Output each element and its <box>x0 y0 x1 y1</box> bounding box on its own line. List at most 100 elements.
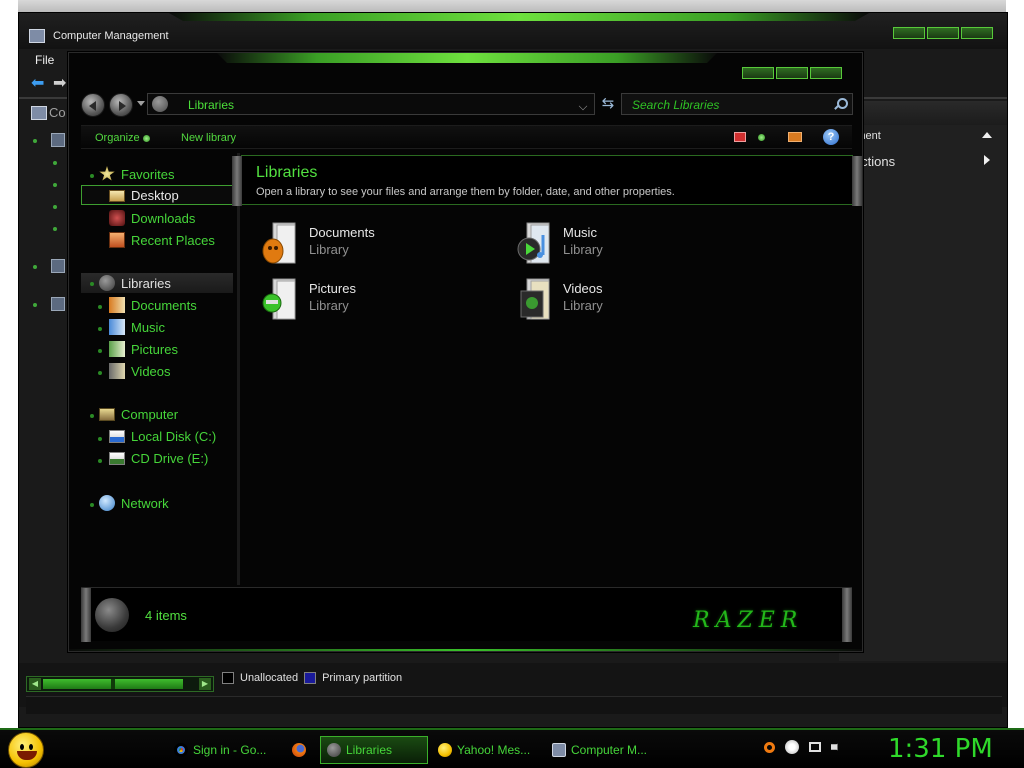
scroll-thumb[interactable] <box>111 679 115 689</box>
cm-minimize-button[interactable] <box>893 27 925 39</box>
library-item-videos[interactable]: Videos Library <box>515 277 715 325</box>
new-library-button[interactable]: New library <box>181 132 236 144</box>
chrome-icon <box>174 743 188 757</box>
nav-computer-label: Computer <box>121 407 179 422</box>
nav-local-disk[interactable]: Local Disk (C:) <box>109 429 216 444</box>
smiley-mouth <box>17 751 37 760</box>
collapse-up-arrow-icon[interactable] <box>982 132 992 138</box>
cm-back-arrow-icon[interactable]: ⬅ <box>31 76 47 92</box>
lib-minimize-button[interactable] <box>742 67 774 79</box>
nav-downloads[interactable]: Downloads <box>109 210 195 226</box>
cm-caption-buttons <box>893 27 993 39</box>
taskbar-clock[interactable]: 1:31 PM <box>888 734 993 764</box>
header-bracket-left <box>232 156 242 206</box>
network-expander[interactable] <box>90 503 94 507</box>
favorites-expander[interactable] <box>90 174 94 178</box>
nav-documents[interactable]: Documents <box>109 297 197 313</box>
storage-icon[interactable] <box>51 259 65 273</box>
tree-expand-dot[interactable] <box>53 205 57 209</box>
cd-drive-expander[interactable] <box>98 459 102 463</box>
view-options-dropdown-icon[interactable] <box>758 134 765 141</box>
tree-expand-dot[interactable] <box>33 303 37 307</box>
cm-forward-arrow-icon[interactable]: ➡ <box>53 76 69 92</box>
nav-recent-places-label: Recent Places <box>131 232 215 248</box>
cm-titlebar[interactable]: Computer Management <box>19 13 1007 49</box>
search-icon[interactable] <box>834 98 848 110</box>
nav-network[interactable]: Network <box>99 495 169 511</box>
network-tray-icon[interactable] <box>809 742 821 752</box>
search-input[interactable]: Search Libraries <box>621 93 853 115</box>
nav-documents-label: Documents <box>131 297 197 313</box>
back-button[interactable] <box>81 93 105 117</box>
nav-cd-drive[interactable]: CD Drive (E:) <box>109 451 208 466</box>
organize-button[interactable]: Organize <box>95 132 140 144</box>
pictures-expander[interactable] <box>98 349 102 353</box>
computer-expander[interactable] <box>90 414 94 418</box>
address-dropdown-icon[interactable] <box>578 101 588 111</box>
taskbar-button-chrome[interactable]: Sign in - Go... <box>168 736 274 764</box>
nav-downloads-label: Downloads <box>131 210 196 226</box>
command-bar: Organize New library ? <box>81 125 852 149</box>
menu-file[interactable]: File <box>27 51 62 69</box>
scroll-left-button[interactable]: ◀ <box>29 678 41 690</box>
preview-pane-icon[interactable] <box>788 132 802 142</box>
start-button[interactable] <box>8 732 44 768</box>
cm-horizontal-scrollbar[interactable]: ◀ ▶ <box>26 676 214 692</box>
taskbar-button-computer-management[interactable]: Computer M... <box>546 736 652 764</box>
local-disk-expander[interactable] <box>98 437 102 441</box>
lib-maximize-button[interactable] <box>776 67 808 79</box>
nav-pictures[interactable]: Pictures <box>109 341 178 357</box>
system-tools-icon[interactable] <box>51 133 65 147</box>
refresh-icon[interactable]: ⇆ <box>599 95 617 113</box>
tree-expand-dot[interactable] <box>53 227 57 231</box>
expand-right-arrow-icon[interactable] <box>984 155 990 165</box>
videos-expander[interactable] <box>98 371 102 375</box>
nav-desktop[interactable]: Desktop <box>109 188 179 203</box>
change-view-icon[interactable] <box>734 132 746 142</box>
tree-expand-dot[interactable] <box>53 161 57 165</box>
cm-close-button[interactable] <box>961 27 993 39</box>
tree-expand-dot[interactable] <box>33 139 37 143</box>
unallocated-swatch <box>222 672 234 684</box>
nav-pane-splitter[interactable] <box>237 153 240 585</box>
cd-drive-icon <box>109 452 125 465</box>
library-item-pictures[interactable]: Pictures Library <box>261 277 461 325</box>
library-item-music[interactable]: Music Library <box>515 221 715 269</box>
recent-pages-dropdown-icon[interactable] <box>137 101 145 106</box>
libraries-expander[interactable] <box>90 282 94 286</box>
music-expander[interactable] <box>98 327 102 331</box>
libraries-icon <box>152 96 168 112</box>
address-field[interactable]: Libraries <box>147 93 595 115</box>
taskbar-button-firefox[interactable] <box>286 736 314 764</box>
nav-libraries[interactable]: Libraries <box>99 275 171 291</box>
documents-expander[interactable] <box>98 305 102 309</box>
taskbar-button-yahoo-messenger[interactable]: Yahoo! Mes... <box>432 736 538 764</box>
library-item-name: Documents <box>309 225 375 240</box>
minus-circle-icon[interactable] <box>785 740 799 754</box>
nav-recent-places[interactable]: Recent Places <box>109 232 215 248</box>
cm-tree-root[interactable]: Co <box>31 105 66 120</box>
libraries-titlebar-glow[interactable] <box>217 53 717 63</box>
cm-maximize-button[interactable] <box>927 27 959 39</box>
cm-status-bar <box>26 696 1002 714</box>
nav-videos-label: Videos <box>131 363 171 379</box>
nav-computer[interactable]: Computer <box>99 407 178 422</box>
nav-videos[interactable]: Videos <box>109 363 171 379</box>
search-tray-icon[interactable] <box>764 741 775 753</box>
taskbar-button-libraries[interactable]: Libraries <box>320 736 428 764</box>
library-item-type: Library <box>563 242 603 257</box>
content-subtitle: Open a library to see your files and arr… <box>256 186 675 198</box>
help-icon[interactable]: ? <box>823 129 839 145</box>
services-icon[interactable] <box>51 297 65 311</box>
lib-close-button[interactable] <box>810 67 842 79</box>
forward-button[interactable] <box>109 93 133 117</box>
libraries-icon <box>99 275 115 291</box>
tree-expand-dot[interactable] <box>33 265 37 269</box>
organize-dropdown-icon[interactable] <box>143 135 150 142</box>
nav-music[interactable]: Music <box>109 319 165 335</box>
tree-expand-dot[interactable] <box>53 183 57 187</box>
volume-icon[interactable] <box>831 740 843 754</box>
nav-favorites[interactable]: Favorites <box>99 166 174 182</box>
scroll-right-button[interactable]: ▶ <box>199 678 211 690</box>
library-item-documents[interactable]: Documents Library <box>261 221 461 269</box>
